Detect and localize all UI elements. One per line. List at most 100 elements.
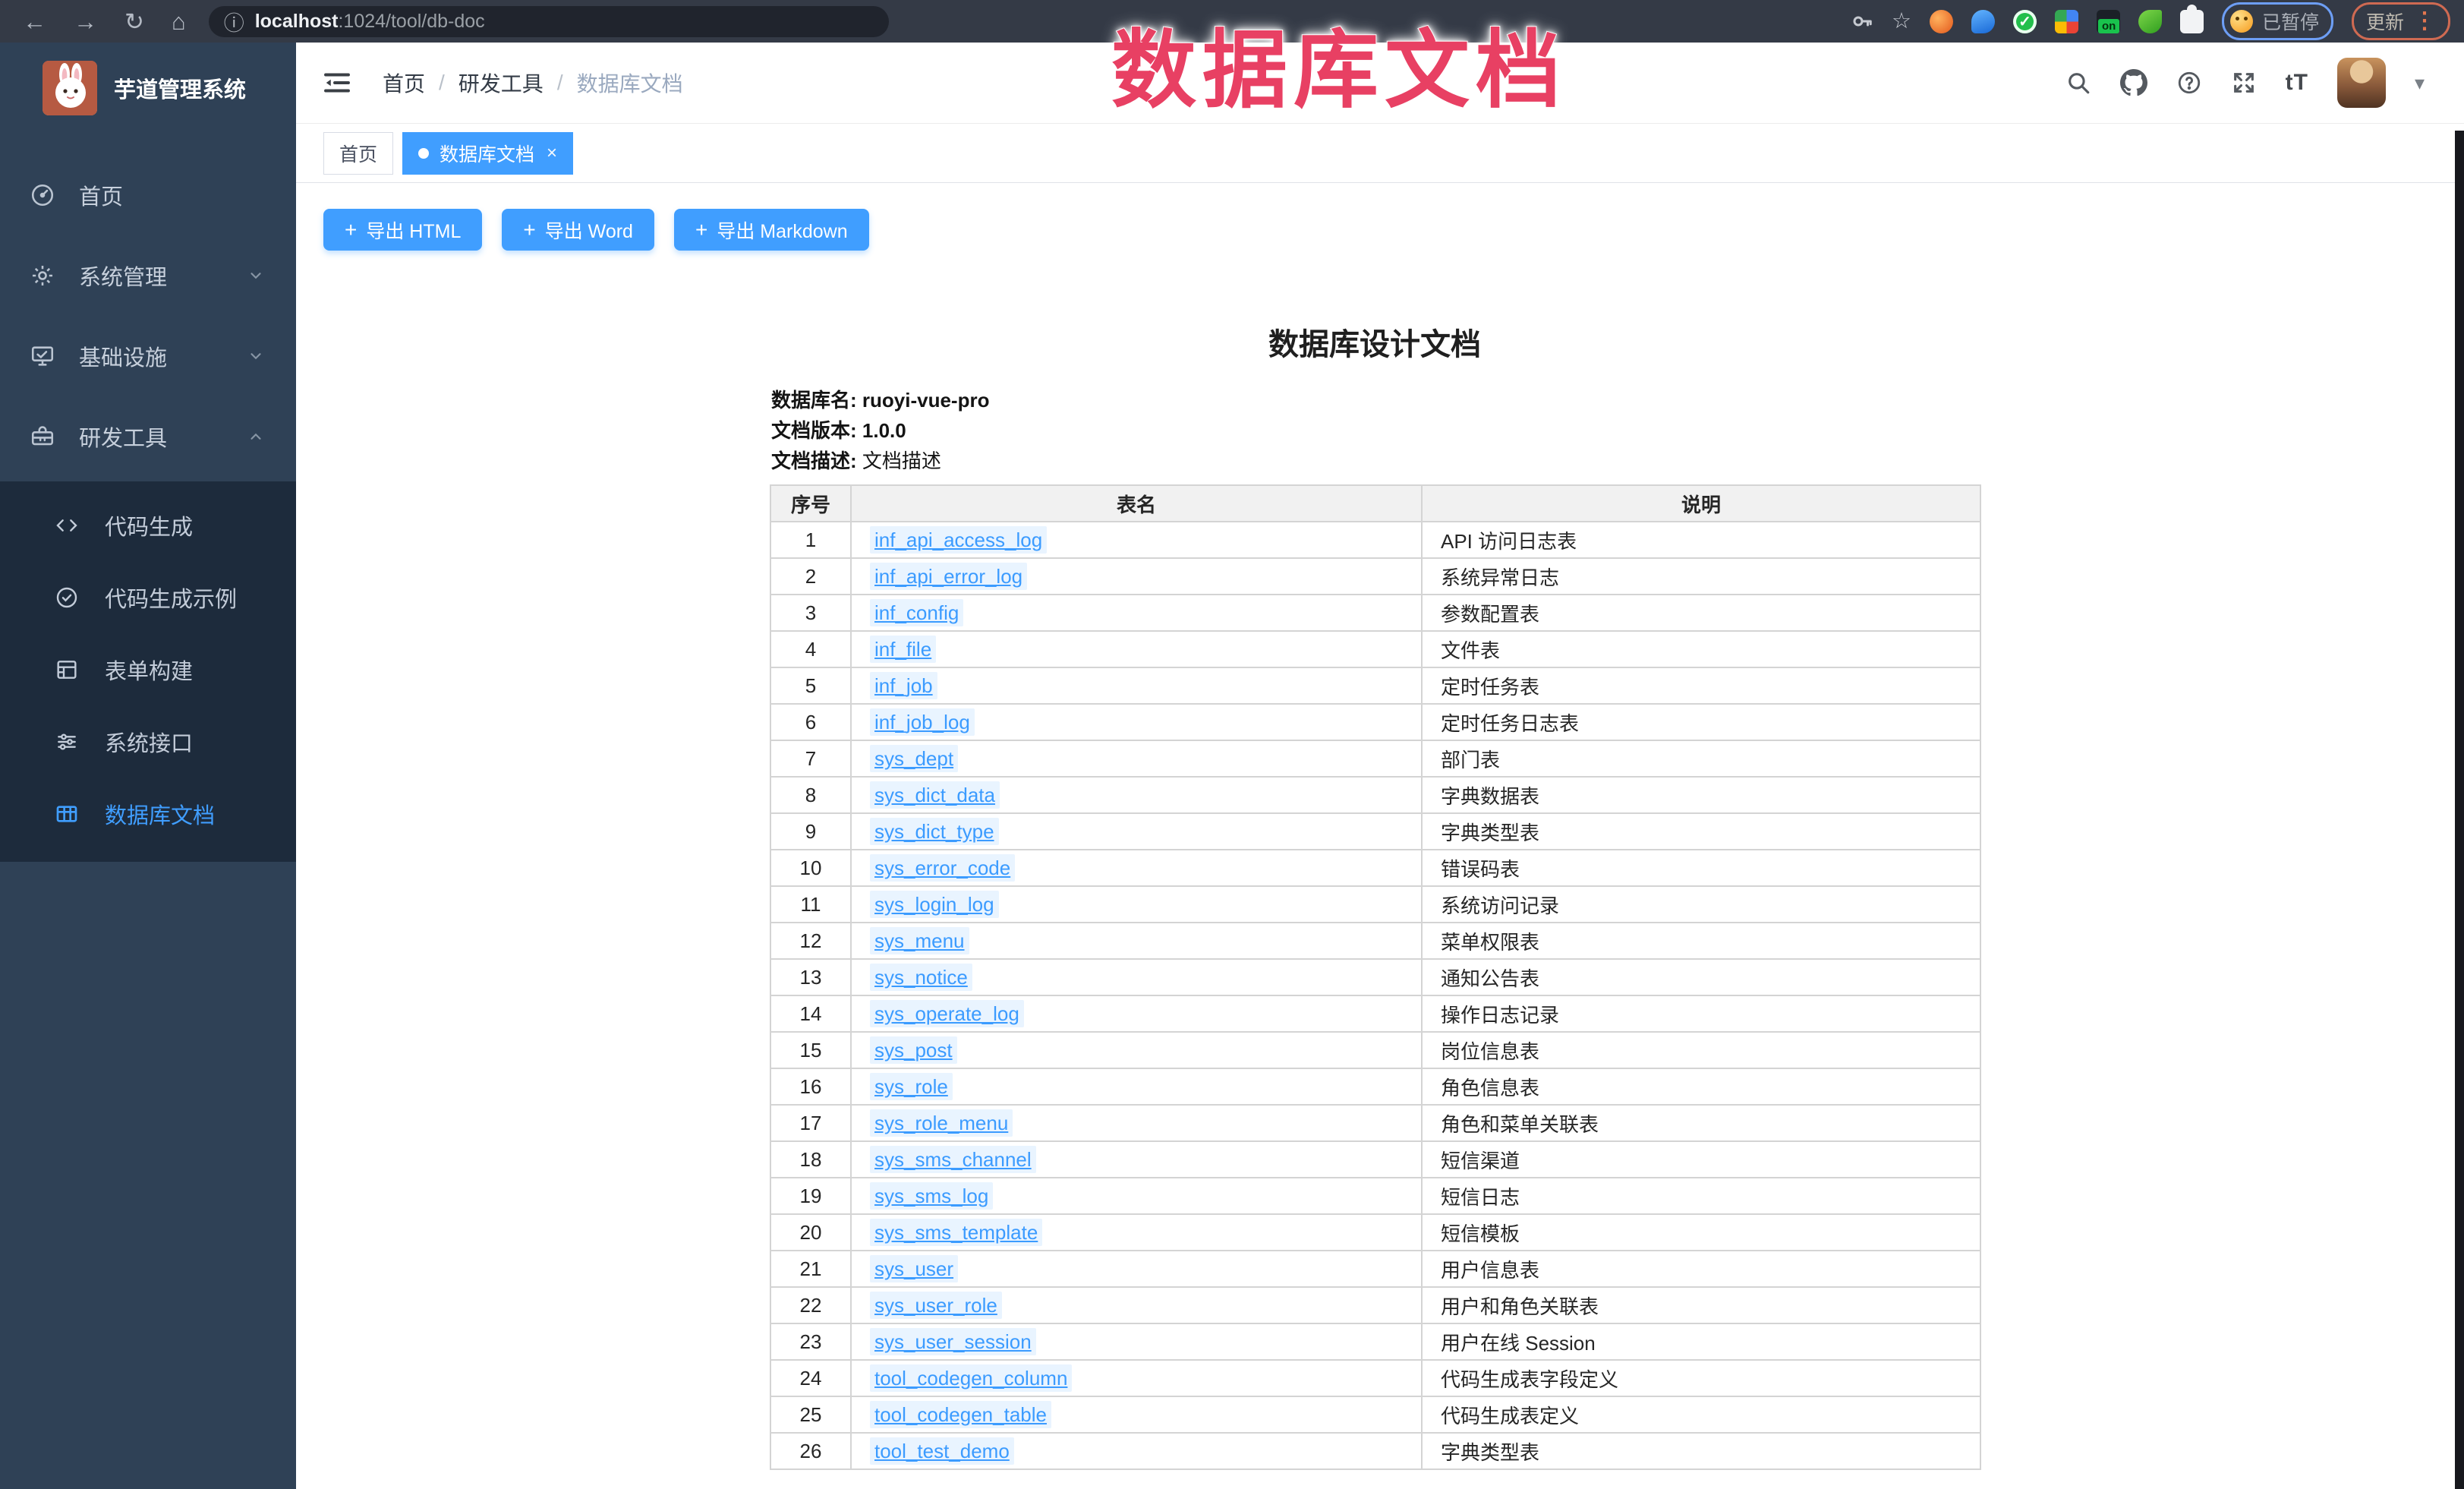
sidebar-item-infrastructure[interactable]: 基础设施 (0, 316, 296, 396)
sidebar-item-label: 表单构建 (105, 654, 193, 686)
breadcrumb-separator: / (439, 71, 445, 95)
avatar-caret-down-icon[interactable]: ▾ (2415, 71, 2425, 95)
meta-doc-version: 文档版本: 1.0.0 (771, 415, 989, 446)
sidebar-item-code-gen[interactable]: 代码生成 (0, 489, 296, 561)
bookmark-star-icon[interactable]: ☆ (1892, 11, 1911, 33)
cell-description: 代码生成表定义 (1422, 1396, 1980, 1433)
cell-index: 4 (770, 631, 851, 667)
cell-table-name: inf_job (851, 667, 1422, 704)
back-icon[interactable]: ← (23, 10, 46, 33)
extension-icon-switch[interactable]: on (2097, 10, 2120, 33)
address-bar[interactable]: ⓘ localhost:1024/tool/db-doc (209, 6, 889, 37)
button-label: 导出 HTML (366, 216, 461, 244)
table-name-link[interactable]: sys_user_session (870, 1328, 1036, 1355)
meta-label: 文档描述: (771, 450, 857, 472)
export-markdown-button[interactable]: + 导出 Markdown (674, 209, 869, 251)
cell-description: 用户和角色关联表 (1422, 1287, 1980, 1323)
sidebar-item-db-doc[interactable]: 数据库文档 (0, 778, 296, 850)
export-word-button[interactable]: + 导出 Word (502, 209, 654, 251)
table-name-link[interactable]: sys_notice (870, 964, 972, 991)
extension-icon-pin[interactable] (1971, 10, 1995, 33)
table-name-link[interactable]: sys_operate_log (870, 1000, 1024, 1027)
table-name-link[interactable]: sys_user_role (870, 1292, 1002, 1319)
extensions-puzzle-icon[interactable] (2180, 10, 2204, 33)
fullscreen-icon[interactable] (2231, 70, 2257, 96)
table-name-link[interactable]: inf_config (870, 599, 963, 626)
chevron-down-icon (247, 267, 264, 284)
breadcrumb-home[interactable]: 首页 (383, 68, 425, 98)
table-name-link[interactable]: inf_api_error_log (870, 563, 1027, 590)
extension-icon-grid[interactable] (2055, 10, 2078, 33)
key-icon[interactable] (1851, 10, 1873, 33)
table-name-link[interactable]: tool_codegen_column (870, 1364, 1072, 1392)
table-name-link[interactable]: sys_role_menu (870, 1109, 1013, 1137)
sidebar-item-code-gen-demo[interactable]: 代码生成示例 (0, 561, 296, 633)
chrome-update-badge[interactable]: 更新 ⋮ (2352, 2, 2450, 40)
extension-icon-orange[interactable] (1930, 10, 1953, 33)
table-row: 23sys_user_session用户在线 Session (770, 1323, 1980, 1360)
cell-table-name: inf_file (851, 631, 1422, 667)
table-name-link[interactable]: sys_dict_data (870, 781, 1000, 809)
table-name-link[interactable]: sys_login_log (870, 891, 999, 918)
cell-index: 20 (770, 1214, 851, 1251)
github-icon[interactable] (2120, 69, 2147, 96)
cell-description: 岗位信息表 (1422, 1032, 1980, 1068)
cell-table-name: inf_api_access_log (851, 522, 1422, 558)
sidebar-item-form-builder[interactable]: 表单构建 (0, 633, 296, 705)
sidebar-item-system[interactable]: 系统管理 (0, 235, 296, 316)
sidebar-item-system-api[interactable]: 系统接口 (0, 705, 296, 778)
cell-index: 8 (770, 777, 851, 813)
reload-icon[interactable]: ↻ (124, 10, 144, 33)
meta-label: 文档版本: (771, 419, 857, 442)
table-name-link[interactable]: sys_user (870, 1255, 958, 1282)
table-name-link[interactable]: inf_job_log (870, 708, 975, 736)
table-name-link[interactable]: sys_sms_channel (870, 1146, 1036, 1173)
extension-icon-check[interactable]: ✓ (2013, 10, 2037, 33)
table-name-link[interactable]: sys_sms_log (870, 1182, 993, 1210)
table-name-link[interactable]: sys_error_code (870, 854, 1015, 882)
page-scrollbar[interactable] (2455, 131, 2464, 1489)
sidebar-item-home[interactable]: 首页 (0, 155, 296, 235)
table-name-link[interactable]: tool_test_demo (870, 1437, 1014, 1465)
table-header-row: 序号 表名 说明 (770, 485, 1980, 522)
browser-nav-buttons: ← → ↻ ⌂ (0, 10, 186, 33)
export-toolbar: + 导出 HTML + 导出 Word + 导出 Markdown (323, 209, 869, 251)
tag-home[interactable]: 首页 (323, 132, 393, 175)
breadcrumb-dev-tools[interactable]: 研发工具 (458, 68, 544, 98)
code-icon (50, 513, 83, 538)
extension-icon-leaf[interactable] (2138, 10, 2162, 33)
font-size-icon[interactable]: tT (2286, 70, 2308, 96)
site-info-icon[interactable]: ⓘ (224, 7, 244, 36)
table-name-link[interactable]: sys_dict_type (870, 818, 999, 845)
meta-value: 1.0.0 (862, 419, 906, 442)
cell-table-name: sys_login_log (851, 886, 1422, 923)
table-name-link[interactable]: sys_dept (870, 745, 958, 772)
table-name-link[interactable]: sys_menu (870, 927, 969, 954)
home-icon[interactable]: ⌂ (172, 10, 186, 33)
table-name-link[interactable]: inf_job (870, 672, 937, 699)
sync-paused-badge[interactable]: 已暂停 (2222, 2, 2333, 40)
app-logo-row[interactable]: 芋道管理系统 (0, 43, 296, 115)
forward-icon[interactable]: → (74, 10, 97, 33)
dev-tools-submenu: 代码生成 代码生成示例 表单构建 系统接口 (0, 481, 296, 862)
menu-fold-icon[interactable] (323, 71, 351, 94)
tag-db-doc[interactable]: 数据库文档 × (402, 132, 573, 175)
table-name-link[interactable]: sys_role (870, 1073, 953, 1100)
export-html-button[interactable]: + 导出 HTML (323, 209, 482, 251)
cell-description: 系统异常日志 (1422, 558, 1980, 595)
table-row: 11sys_login_log系统访问记录 (770, 886, 1980, 923)
table-name-link[interactable]: inf_file (870, 636, 936, 663)
button-label: 导出 Word (545, 216, 633, 244)
table-name-link[interactable]: sys_post (870, 1036, 957, 1064)
table-name-link[interactable]: tool_codegen_table (870, 1401, 1051, 1428)
cell-description: 参数配置表 (1422, 595, 1980, 631)
sidebar-item-dev-tools[interactable]: 研发工具 (0, 396, 296, 477)
user-avatar[interactable] (2337, 58, 2386, 108)
search-icon[interactable] (2065, 70, 2091, 96)
tag-close-icon[interactable]: × (547, 143, 557, 164)
help-icon[interactable] (2176, 70, 2202, 96)
table-name-link[interactable]: sys_sms_template (870, 1219, 1042, 1246)
table-name-link[interactable]: inf_api_access_log (870, 526, 1047, 554)
button-label: 导出 Markdown (717, 216, 847, 244)
kebab-menu-icon[interactable]: ⋮ (2413, 10, 2436, 33)
